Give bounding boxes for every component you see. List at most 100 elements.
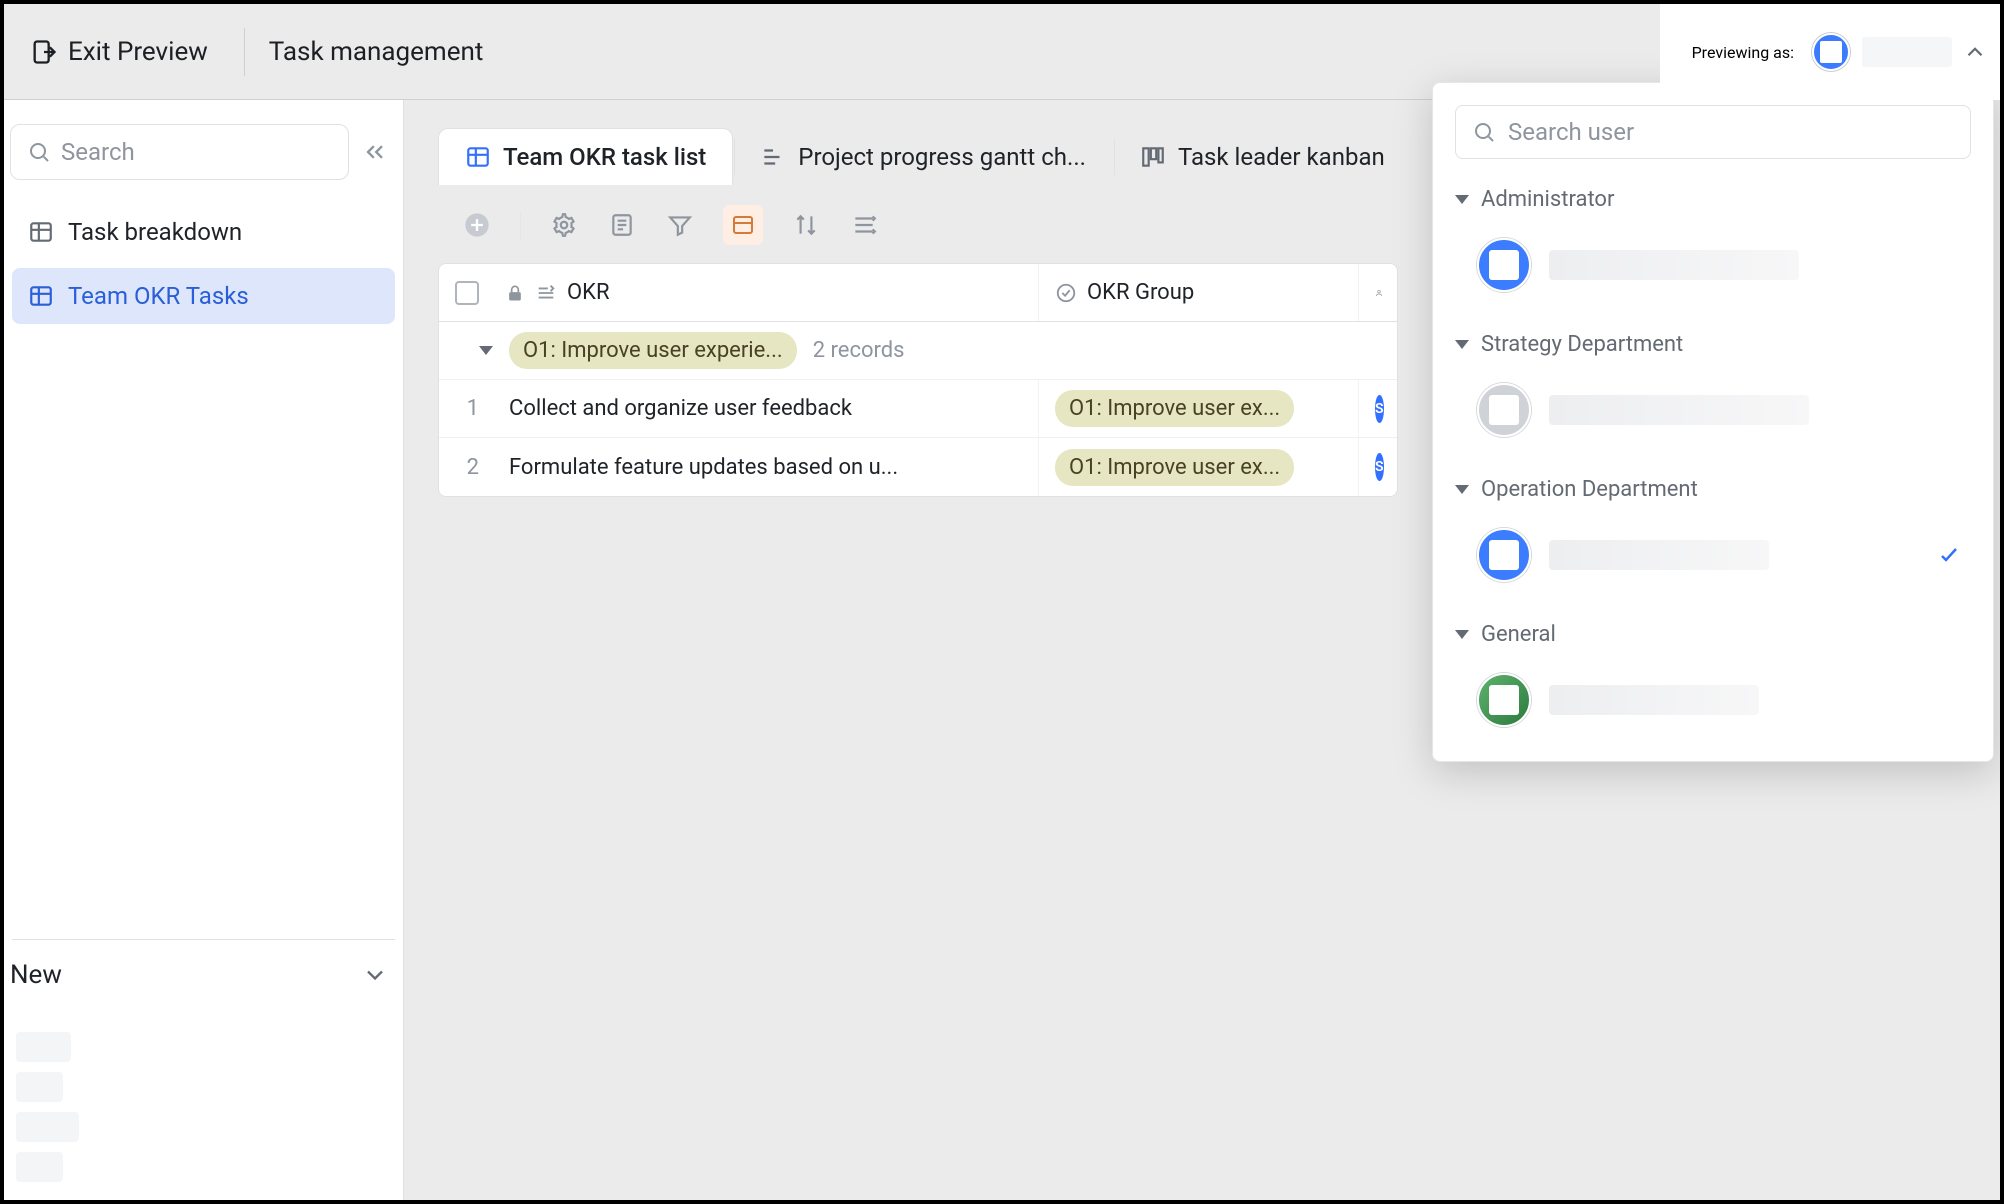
user-name-redacted — [1549, 540, 1769, 570]
group-pill: O1: Improve user experie... — [509, 332, 797, 369]
divider — [520, 211, 521, 239]
divider — [244, 28, 245, 76]
sidebar: Search Task breakdown Team OKR Tasks New — [4, 100, 404, 1200]
sidebar-item-task-breakdown[interactable]: Task breakdown — [12, 204, 395, 260]
settings-button[interactable] — [549, 210, 579, 240]
column-label: OKR Group — [1087, 280, 1194, 305]
search-placeholder: Search — [61, 138, 135, 166]
user-name-redacted — [1549, 250, 1799, 280]
exit-preview-button[interactable]: Exit Preview — [18, 37, 220, 67]
chevron-down-icon — [1455, 340, 1469, 349]
chevron-up-icon — [1962, 39, 1988, 65]
preview-as-selector[interactable]: Previewing as: — [1660, 4, 2000, 100]
search-input[interactable]: Search — [10, 124, 349, 180]
column-okr-group[interactable]: OKR Group — [1039, 264, 1359, 321]
user-name-redacted — [1549, 395, 1809, 425]
text-icon — [535, 282, 557, 304]
plus-circle-icon — [463, 211, 491, 239]
group-header[interactable]: General — [1455, 622, 1971, 647]
group-header[interactable]: Strategy Department — [1455, 332, 1971, 357]
table-group-header[interactable]: O1: Improve user experie... 2 records — [439, 322, 1397, 380]
chevron-down-icon — [361, 961, 389, 989]
tab-label: Team OKR task list — [503, 143, 706, 171]
select-all-checkbox[interactable] — [455, 281, 479, 305]
avatar — [1477, 673, 1531, 727]
sidebar-item-team-okr-tasks[interactable]: Team OKR Tasks — [12, 268, 395, 324]
skeleton-line — [16, 1032, 71, 1062]
skeleton-line — [16, 1152, 63, 1182]
preview-as-label: Previewing as: — [1692, 43, 1794, 62]
group-name: Operation Department — [1481, 477, 1698, 502]
tab-label: Project progress gantt ch... — [798, 143, 1086, 171]
skeleton-line — [16, 1112, 79, 1142]
user-item[interactable] — [1455, 226, 1971, 304]
chevron-down-icon — [479, 346, 493, 355]
group-header[interactable]: Operation Department — [1455, 477, 1971, 502]
gear-icon — [551, 212, 577, 238]
exit-preview-label: Exit Preview — [68, 37, 208, 67]
avatar: S — [1375, 453, 1384, 481]
new-label: New — [10, 960, 62, 990]
row-number: 1 — [455, 396, 479, 421]
group-header[interactable]: Administrator — [1455, 187, 1971, 212]
sidebar-skeleton-list — [4, 1014, 403, 1200]
group-name: Administrator — [1481, 187, 1614, 212]
row-title: Collect and organize user feedback — [509, 396, 852, 421]
layout-button[interactable] — [607, 210, 637, 240]
avatar — [1477, 528, 1531, 582]
group-button[interactable] — [723, 205, 763, 245]
tab-project-progress-gantt[interactable]: Project progress gantt ch... — [733, 128, 1113, 185]
table-row[interactable]: 1Collect and organize user feedback O1: … — [439, 380, 1397, 438]
table-header: OKR OKR Group — [439, 264, 1397, 322]
table-icon — [28, 283, 54, 309]
user-item[interactable] — [1455, 371, 1971, 449]
sidebar-item-label: Team OKR Tasks — [68, 282, 249, 310]
chevron-down-icon — [1455, 485, 1469, 494]
user-name-redacted — [1549, 685, 1759, 715]
kanban-icon — [1140, 144, 1166, 170]
group-record-count: 2 records — [813, 338, 905, 363]
user-search-input[interactable]: Search user — [1455, 105, 1971, 159]
user-group-strategy: Strategy Department — [1455, 332, 1971, 449]
user-item[interactable] — [1455, 516, 1971, 594]
chevron-down-icon — [1455, 195, 1469, 204]
tab-team-okr-task-list[interactable]: Team OKR task list — [438, 128, 733, 185]
user-picker-popover: Search user Administrator Strategy Depar… — [1432, 82, 1994, 762]
exit-icon — [30, 38, 58, 66]
tab-task-leader-kanban[interactable]: Task leader kanban — [1113, 128, 1412, 185]
group-name: General — [1481, 622, 1556, 647]
avatar — [1812, 33, 1850, 71]
column-okr[interactable]: OKR — [439, 264, 1039, 321]
filter-icon — [667, 212, 693, 238]
circle-check-icon — [1055, 282, 1077, 304]
sidebar-item-label: Task breakdown — [68, 218, 242, 246]
filter-button[interactable] — [665, 210, 695, 240]
search-placeholder: Search user — [1508, 118, 1634, 146]
group-pill: O1: Improve user ex... — [1055, 449, 1294, 486]
table-row[interactable]: 2Formulate feature updates based on u...… — [439, 438, 1397, 496]
note-icon — [609, 212, 635, 238]
chevron-down-icon — [1455, 630, 1469, 639]
sort-button[interactable] — [791, 210, 821, 240]
group-name: Strategy Department — [1481, 332, 1683, 357]
add-button[interactable] — [462, 210, 492, 240]
collapse-sidebar-button[interactable] — [361, 138, 389, 166]
okr-table: OKR OKR Group O1: Improve user experie..… — [438, 263, 1398, 497]
person-icon — [1375, 282, 1383, 304]
sort-icon — [793, 212, 819, 238]
column-owner[interactable] — [1359, 264, 1398, 321]
search-icon — [1472, 120, 1496, 144]
page-title: Task management — [269, 37, 484, 67]
avatar — [1477, 383, 1531, 437]
search-icon — [27, 140, 51, 164]
table-icon — [465, 144, 491, 170]
row-height-icon — [851, 212, 877, 238]
user-item[interactable] — [1455, 661, 1971, 739]
user-group-administrator: Administrator — [1455, 187, 1971, 304]
row-number: 2 — [455, 455, 479, 480]
new-button[interactable]: New — [4, 940, 403, 1014]
check-icon — [1937, 543, 1961, 567]
row-height-button[interactable] — [849, 210, 879, 240]
list-group-icon — [731, 213, 755, 237]
user-name-redacted — [1862, 37, 1952, 67]
